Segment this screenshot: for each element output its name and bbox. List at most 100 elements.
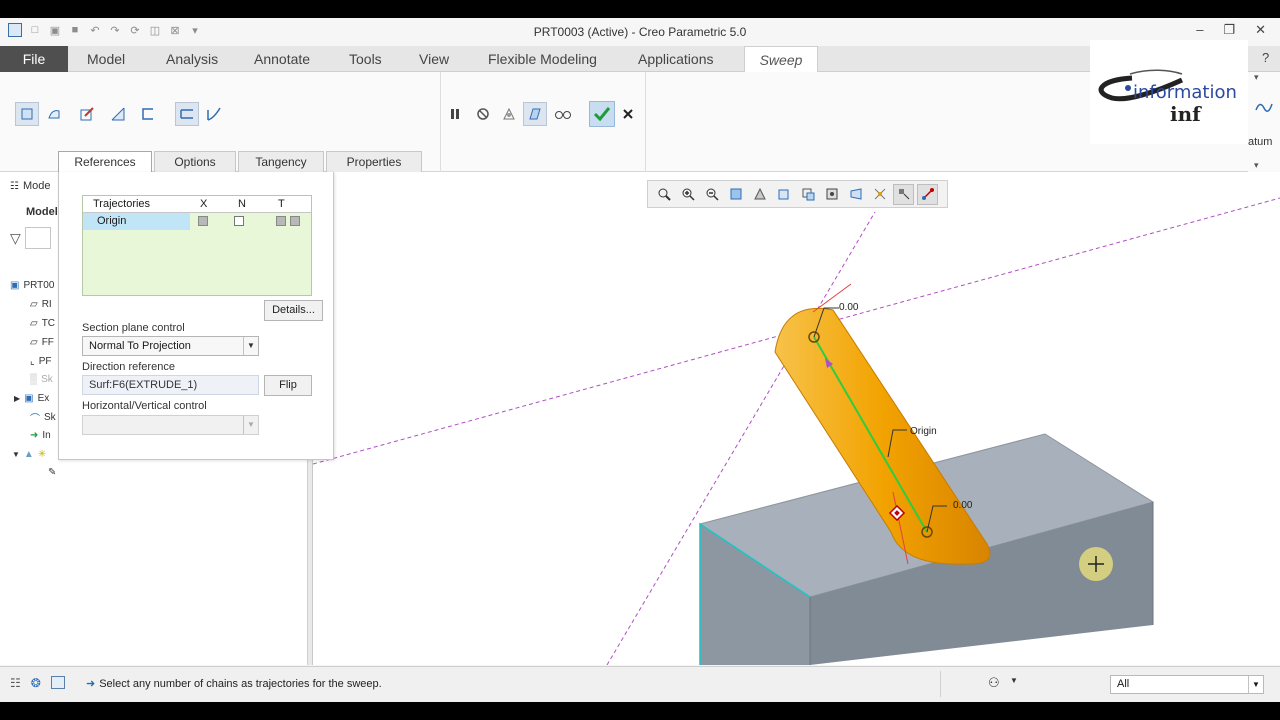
annotation-display-button[interactable] <box>893 183 914 205</box>
restore-icon[interactable]: ❐ <box>1223 22 1235 38</box>
datum-display-button[interactable] <box>869 184 890 205</box>
tab-sweep[interactable]: Sweep <box>744 46 818 72</box>
fullscreen-toggle-icon[interactable] <box>50 676 65 689</box>
navigator-toggle-icon[interactable]: ☷ <box>10 676 21 690</box>
tree-item-root[interactable]: ▣ PRT00 <box>10 277 54 293</box>
verify-mode-button[interactable] <box>551 102 575 126</box>
constant-section-button[interactable] <box>175 102 199 126</box>
tab-flexible-modeling[interactable]: Flexible Modeling <box>488 46 597 72</box>
tree-item-csys[interactable]: ⌞ PF <box>30 353 51 369</box>
thicken-sketch-button[interactable] <box>136 102 160 126</box>
tree-item-label: PRT00 <box>23 279 55 291</box>
table-row[interactable]: Origin <box>83 213 311 230</box>
tab-references[interactable]: References <box>58 151 152 172</box>
col-trajectories: Trajectories <box>93 198 151 210</box>
spin-center-button[interactable] <box>917 183 938 205</box>
sketch-section-button[interactable] <box>75 102 99 126</box>
tree-item-insert-here[interactable]: ➜ In <box>30 427 51 443</box>
no-preview-icon <box>477 108 489 120</box>
repaint-button[interactable] <box>725 184 746 205</box>
remove-material-button[interactable] <box>106 102 130 126</box>
tree-item-datum-top[interactable]: ▱ TC <box>30 315 55 331</box>
graphics-window[interactable]: 0.00 Origin 0.00 <box>313 172 1280 665</box>
tab-tools[interactable]: Tools <box>349 46 382 72</box>
trajectories-table[interactable]: Trajectories X N T Origin <box>82 195 312 296</box>
section-plane-control-select[interactable]: Normal To Projection ▼ <box>82 336 259 356</box>
refit-button[interactable] <box>653 184 674 205</box>
ribbon-menu-arrow-icon[interactable]: ▾ <box>1254 72 1259 83</box>
close-icon[interactable]: ✕ <box>1255 22 1266 38</box>
saved-views-button[interactable] <box>773 184 794 205</box>
tab-annotate[interactable]: Annotate <box>254 46 310 72</box>
model-tree-header[interactable]: ☷ Mode <box>10 178 51 194</box>
cancel-x-icon <box>623 109 633 119</box>
tree-item-extrude[interactable]: ▶ ▣ Ex <box>14 390 49 406</box>
find-dropdown-icon[interactable]: ▼ <box>1010 676 1018 685</box>
hv-control-select[interactable]: ▼ <box>82 415 259 435</box>
x-checkbox[interactable] <box>198 216 208 226</box>
attached-preview-button[interactable] <box>497 102 521 126</box>
trajectory-name[interactable]: Origin <box>83 213 190 230</box>
datum-curve-icon[interactable] <box>1254 98 1274 118</box>
ribbon-overflow-area: atum ▾ ▾ <box>1248 72 1280 172</box>
window-controls: – ❐ ✕ <box>1196 22 1266 38</box>
tree-item-datum-front[interactable]: ▱ FF <box>30 334 54 350</box>
part-icon: ▣ <box>10 279 20 291</box>
solid-sweep-button[interactable] <box>15 102 39 126</box>
collapse-arrow-icon[interactable]: ▼ <box>12 450 20 459</box>
model-canvas[interactable] <box>313 172 1280 665</box>
tree-item-sweep-sketch[interactable]: ✎ <box>48 464 56 480</box>
datum-group-label[interactable]: atum <box>1248 136 1272 148</box>
no-preview-button[interactable] <box>471 102 495 126</box>
tree-item-sketch-2[interactable]: ⌒ Sk <box>30 409 56 425</box>
tree-item-label: FF <box>41 336 54 348</box>
pause-button[interactable] <box>443 102 467 126</box>
tab-tangency[interactable]: Tangency <box>238 151 324 172</box>
variable-section-icon <box>207 107 221 121</box>
display-style-button[interactable] <box>749 184 770 205</box>
dimension-bottom[interactable]: 0.00 <box>953 500 972 511</box>
t-checkbox-2[interactable] <box>290 216 300 226</box>
feature-preview-button[interactable] <box>523 102 547 126</box>
sweep-star-icon: ✳ <box>37 448 47 460</box>
variable-section-button[interactable] <box>202 102 226 126</box>
zoom-out-button[interactable] <box>701 184 722 205</box>
section-plane-control-label: Section plane control <box>82 322 185 334</box>
find-binoculars-icon[interactable]: ⚇ <box>988 675 1000 691</box>
check-icon <box>593 107 611 122</box>
tab-options[interactable]: Options <box>154 151 236 172</box>
ribbon-expand-icon[interactable]: ▾ <box>1254 160 1259 171</box>
details-button[interactable]: Details... <box>264 300 323 321</box>
tab-model[interactable]: Model <box>87 46 125 72</box>
selection-filter-select[interactable]: All ▼ <box>1110 675 1264 694</box>
n-checkbox[interactable] <box>234 216 244 226</box>
browser-toggle-icon[interactable]: ❂ <box>31 676 41 690</box>
zoom-in-button[interactable] <box>677 184 698 205</box>
surface-sweep-button[interactable] <box>42 102 66 126</box>
direction-reference-collector[interactable]: Surf:F6(EXTRUDE_1) <box>82 375 259 395</box>
cancel-button[interactable] <box>616 102 640 126</box>
tree-item-sweep[interactable]: ▼ ▲ ✳ <box>12 446 46 462</box>
t-checkbox-1[interactable] <box>276 216 286 226</box>
thicken-icon <box>142 108 153 120</box>
ok-button[interactable] <box>589 101 615 127</box>
minimize-icon[interactable]: – <box>1196 22 1203 38</box>
solid-icon <box>21 108 33 120</box>
tab-properties[interactable]: Properties <box>326 151 422 172</box>
tree-item-datum-right[interactable]: ▱ RI <box>30 296 52 312</box>
view-manager-button[interactable] <box>797 184 818 205</box>
filter-icon[interactable]: ▽ <box>10 230 21 247</box>
tree-item-sketch-1[interactable]: ▒ Sk <box>30 371 53 387</box>
expand-arrow-icon[interactable]: ▶ <box>14 394 20 403</box>
tree-search-input[interactable] <box>24 227 51 249</box>
help-icon[interactable]: ? <box>1262 50 1269 65</box>
tab-view[interactable]: View <box>419 46 449 72</box>
tab-file[interactable]: File <box>0 46 68 72</box>
dimension-top[interactable]: 0.00 <box>839 302 858 313</box>
tab-analysis[interactable]: Analysis <box>166 46 218 72</box>
flip-button[interactable]: Flip <box>264 375 312 396</box>
view-manager-icon <box>802 188 814 201</box>
perspective-button[interactable] <box>845 184 866 205</box>
tab-applications[interactable]: Applications <box>638 46 714 72</box>
section-button[interactable] <box>821 184 842 205</box>
